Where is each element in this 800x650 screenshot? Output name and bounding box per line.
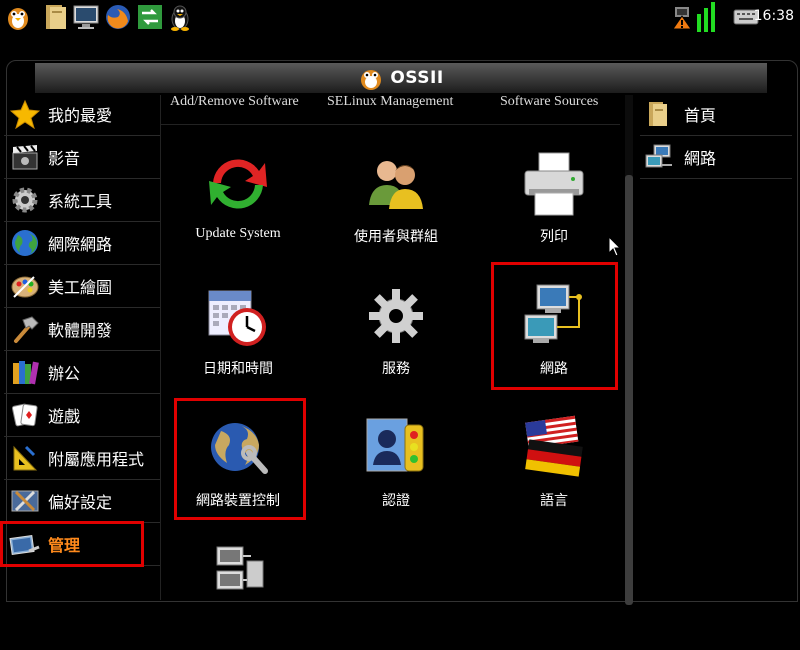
sidebar-item-development[interactable]: 軟體開發 bbox=[4, 308, 160, 351]
clock[interactable]: 16:38 bbox=[754, 8, 794, 24]
places-item-home[interactable]: 首頁 bbox=[640, 93, 792, 136]
network-warning-icon[interactable] bbox=[668, 3, 696, 31]
ossii-logo-icon bbox=[361, 70, 382, 90]
sidebar-item-label: 遊戲 bbox=[48, 407, 81, 426]
sidebar-item-graphics[interactable]: 美工繪圖 bbox=[4, 265, 160, 308]
app-update-system[interactable]: Update System bbox=[163, 148, 313, 258]
app-services[interactable]: 服務 bbox=[321, 280, 471, 390]
app-label: 使用者與群組 bbox=[354, 229, 438, 245]
sidebar-item-label: 附屬應用程式 bbox=[48, 450, 145, 469]
window-title: OSSII bbox=[390, 68, 444, 88]
gear-icon bbox=[360, 280, 432, 352]
hammer-icon bbox=[8, 312, 42, 346]
server-icon bbox=[202, 540, 274, 612]
file-manager-icon[interactable] bbox=[42, 3, 70, 31]
sidebar-item-favorites[interactable]: 我的最愛 bbox=[4, 93, 160, 136]
network-icon bbox=[644, 142, 674, 172]
star-icon bbox=[8, 97, 42, 131]
app-label: 列印 bbox=[540, 229, 568, 245]
home-folder-icon bbox=[644, 99, 674, 129]
app-date-time[interactable]: 日期和時間 bbox=[163, 280, 313, 390]
sidebar-item-multimedia[interactable]: 影音 bbox=[4, 136, 160, 179]
authentication-icon bbox=[360, 412, 432, 484]
sidebar-item-system-tools[interactable]: 系統工具 bbox=[4, 179, 160, 222]
places-item-label: 網路 bbox=[684, 149, 717, 168]
gear-icon bbox=[8, 183, 42, 217]
sidebar-item-accessories[interactable]: 附屬應用程式 bbox=[4, 437, 160, 480]
places-item-network[interactable]: 網路 bbox=[640, 136, 792, 179]
link-software-sources[interactable]: Software Sources bbox=[500, 94, 598, 110]
app-authentication[interactable]: 認證 bbox=[321, 412, 471, 522]
update-arrows-icon bbox=[202, 148, 274, 220]
sidebar-item-label: 我的最愛 bbox=[48, 106, 113, 125]
sidebar-item-internet[interactable]: 網際網路 bbox=[4, 222, 160, 265]
users-icon bbox=[360, 148, 432, 220]
link-selinux-management[interactable]: SELinux Management bbox=[327, 94, 453, 110]
flags-icon bbox=[518, 412, 590, 484]
calendar-clock-icon bbox=[202, 280, 274, 352]
sidebar-item-label: 美工繪圖 bbox=[48, 278, 113, 297]
scrollbar-thumb[interactable] bbox=[625, 175, 633, 605]
app-users-groups[interactable]: 使用者與群組 bbox=[321, 148, 471, 258]
highlight-box-administration bbox=[0, 521, 144, 567]
app-printing[interactable]: 列印 bbox=[479, 148, 629, 258]
sidebar-item-office[interactable]: 辦公 bbox=[4, 351, 160, 394]
signal-bars-icon bbox=[694, 2, 722, 32]
app-label: Update System bbox=[195, 226, 281, 241]
top-links-divider bbox=[160, 124, 620, 125]
sidebar-item-label: 網際網路 bbox=[48, 235, 113, 254]
highlight-box-network-device-control bbox=[174, 398, 306, 520]
switch-window-icon[interactable] bbox=[136, 3, 164, 31]
highlight-box-network bbox=[491, 262, 618, 390]
clapperboard-icon bbox=[8, 140, 42, 174]
sidebar-item-label: 軟體開發 bbox=[48, 321, 113, 340]
sidebar-divider bbox=[160, 95, 161, 600]
link-add-remove-software[interactable]: Add/Remove Software bbox=[170, 94, 299, 110]
app-label: 服務 bbox=[382, 361, 410, 377]
sidebar-item-games[interactable]: 遊戲 bbox=[4, 394, 160, 437]
tux-icon[interactable] bbox=[166, 3, 194, 31]
sidebar-item-label: 影音 bbox=[48, 149, 81, 168]
app-label: 語言 bbox=[540, 493, 568, 509]
palette-icon bbox=[8, 269, 42, 303]
app-label: 日期和時間 bbox=[203, 361, 273, 377]
app-server[interactable] bbox=[163, 540, 313, 650]
places-item-label: 首頁 bbox=[684, 106, 717, 125]
mouse-cursor-icon bbox=[608, 235, 622, 262]
sidebar-item-label: 辦公 bbox=[48, 364, 81, 383]
firefox-icon[interactable] bbox=[104, 3, 132, 31]
cards-icon bbox=[8, 398, 42, 432]
books-icon bbox=[8, 355, 42, 389]
window-titlebar[interactable]: OSSII bbox=[35, 63, 767, 93]
app-label: 認證 bbox=[382, 493, 410, 509]
monitor-icon[interactable] bbox=[72, 3, 100, 31]
taskbar: 16:38 bbox=[0, 0, 800, 36]
ruler-icon bbox=[8, 441, 42, 475]
globe-icon bbox=[8, 226, 42, 260]
app-language[interactable]: 語言 bbox=[479, 412, 629, 522]
ossii-penguin-icon[interactable] bbox=[4, 3, 32, 31]
sidebar-item-preferences[interactable]: 偏好設定 bbox=[4, 480, 160, 523]
printer-icon bbox=[518, 148, 590, 220]
scrollbar-track[interactable] bbox=[625, 95, 633, 605]
sidebar-item-label: 偏好設定 bbox=[48, 493, 113, 512]
sidebar-item-label: 系統工具 bbox=[48, 192, 113, 211]
preferences-icon bbox=[8, 484, 42, 518]
